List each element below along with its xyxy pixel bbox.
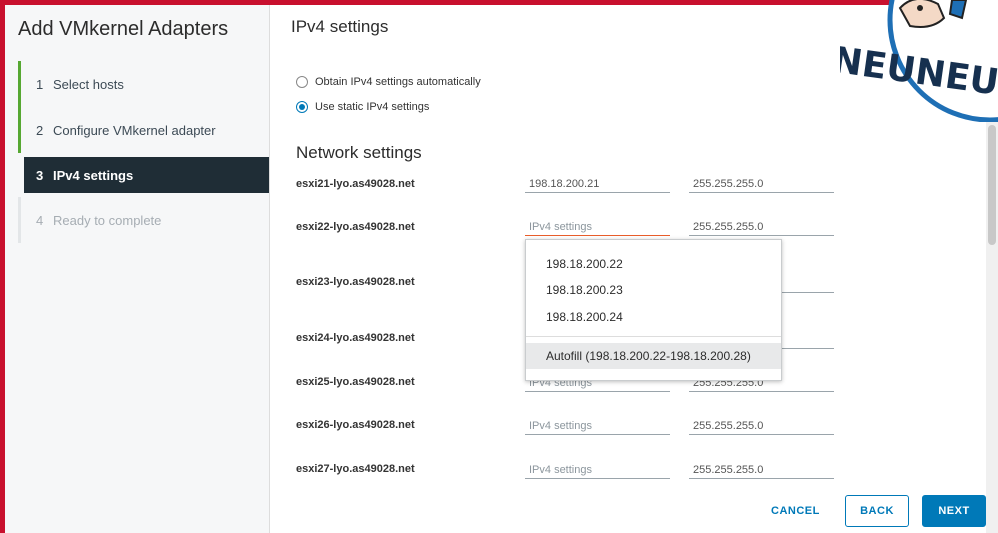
step-label: Configure VMkernel adapter [53, 122, 216, 138]
host-name: esxi21-lyo.as49028.net [296, 178, 415, 190]
step-number: 4 [36, 212, 44, 228]
wizard-title: Add VMkernel Adapters [18, 18, 229, 40]
step-label: IPv4 settings [53, 167, 134, 183]
step-select-hosts[interactable]: 1 Select hosts [18, 61, 269, 107]
step-progress-bar [18, 107, 21, 153]
ipv4-address-input[interactable] [525, 175, 670, 193]
host-name: esxi22-lyo.as49028.net [296, 221, 415, 233]
cancel-button[interactable]: CANCEL [765, 495, 825, 527]
step-label: Select hosts [53, 76, 124, 92]
radio-button-unchecked[interactable] [296, 76, 308, 88]
back-button[interactable]: BACK [845, 495, 909, 527]
step-label: Ready to complete [53, 212, 162, 228]
step-number: 3 [36, 167, 44, 183]
subnet-mask-input[interactable] [689, 175, 834, 193]
host-name: esxi26-lyo.as49028.net [296, 419, 415, 431]
dropdown-option-ip[interactable]: 198.18.200.23 [546, 283, 623, 297]
host-name: esxi27-lyo.as49028.net [296, 463, 415, 475]
subnet-mask-input[interactable] [689, 417, 834, 435]
radio-button-checked[interactable] [296, 101, 308, 113]
dropdown-divider [526, 336, 781, 337]
host-name: esxi23-lyo.as49028.net [296, 276, 415, 288]
radio-label: Use static IPv4 settings [315, 101, 430, 113]
host-name: esxi25-lyo.as49028.net [296, 376, 415, 388]
network-settings-title: Network settings [296, 143, 422, 162]
step-number: 1 [36, 76, 44, 92]
dropdown-option-ip[interactable]: 198.18.200.22 [546, 257, 623, 271]
ip-autocomplete-dropdown: 198.18.200.22 198.18.200.23 198.18.200.2… [525, 239, 782, 381]
step-progress-bar [18, 197, 21, 243]
wizard-steps: 1 Select hosts 2 Configure VMkernel adap… [18, 61, 269, 243]
scrollbar-thumb[interactable] [988, 125, 996, 245]
neuneu-logo-graphic: NEUNEU [840, 0, 998, 122]
subnet-mask-input[interactable] [689, 218, 834, 236]
step-configure-vmkernel-adapter[interactable]: 2 Configure VMkernel adapter [18, 107, 269, 153]
step-number: 2 [36, 122, 44, 138]
ipv4-address-input[interactable] [525, 461, 670, 479]
radio-obtain-automatically[interactable]: Obtain IPv4 settings automatically [296, 76, 481, 88]
ipv4-address-input[interactable] [525, 417, 670, 435]
step-progress-bar [18, 61, 21, 107]
step-ready-to-complete: 4 Ready to complete [18, 197, 269, 243]
page-title: IPv4 settings [291, 17, 389, 36]
step-ipv4-settings[interactable]: 3 IPv4 settings [24, 157, 269, 193]
dropdown-option-autofill[interactable]: Autofill (198.18.200.22-198.18.200.28) [526, 343, 781, 369]
neuneu-logo: NEUNEU [840, 0, 998, 122]
subnet-mask-input[interactable] [689, 461, 834, 479]
radio-label: Obtain IPv4 settings automatically [315, 76, 481, 88]
host-name: esxi24-lyo.as49028.net [296, 332, 415, 344]
wizard-sidebar: Add VMkernel Adapters 1 Select hosts 2 C… [5, 5, 270, 533]
next-button[interactable]: NEXT [922, 495, 986, 527]
ipv4-address-input-focused[interactable] [525, 218, 670, 236]
dropdown-option-ip[interactable]: 198.18.200.24 [546, 310, 623, 324]
radio-use-static[interactable]: Use static IPv4 settings [296, 101, 429, 113]
